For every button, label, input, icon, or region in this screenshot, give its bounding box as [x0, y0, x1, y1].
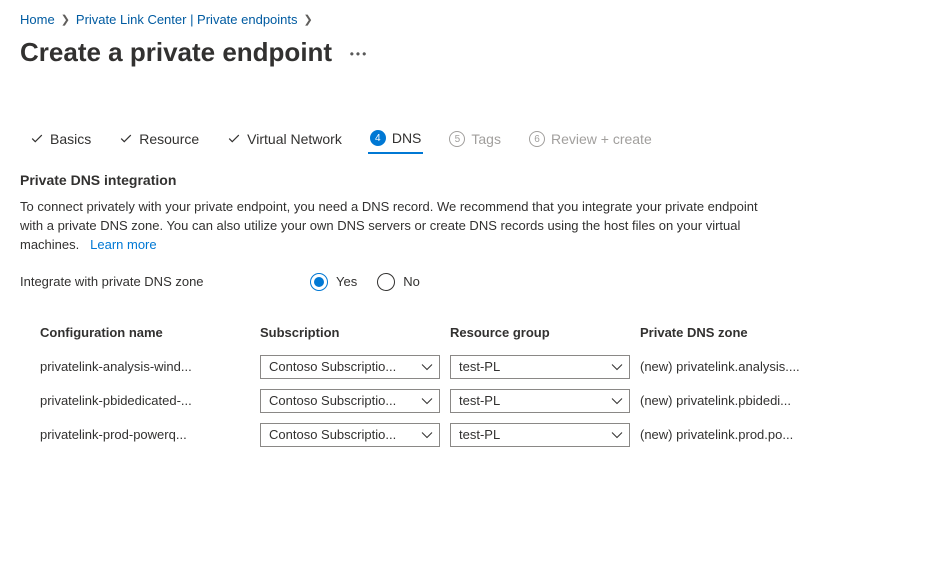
table-row: privatelink-analysis-wind... Contoso Sub… — [40, 350, 920, 384]
tab-label: Tags — [471, 131, 501, 147]
select-value: Contoso Subscriptio... — [269, 359, 396, 374]
step-number-badge: 5 — [449, 131, 465, 147]
col-header-resource-group: Resource group — [450, 325, 630, 340]
chevron-right-icon: ❯ — [304, 13, 313, 26]
tab-basics[interactable]: Basics — [28, 127, 93, 153]
section-description: To connect privately with your private e… — [20, 198, 760, 255]
select-value: test-PL — [459, 359, 500, 374]
radio-label: Yes — [336, 274, 357, 289]
table-row: privatelink-pbidedicated-... Contoso Sub… — [40, 384, 920, 418]
select-value: test-PL — [459, 427, 500, 442]
tab-label: Resource — [139, 131, 199, 147]
chevron-right-icon: ❯ — [61, 13, 70, 26]
tab-dns[interactable]: 4 DNS — [368, 126, 424, 154]
section-title-dns-integration: Private DNS integration — [20, 172, 923, 188]
chevron-down-icon — [421, 429, 433, 441]
chevron-down-icon — [421, 361, 433, 373]
radio-no[interactable]: No — [377, 273, 420, 291]
radio-icon — [377, 273, 395, 291]
radio-icon — [310, 273, 328, 291]
subscription-select[interactable]: Contoso Subscriptio... — [260, 389, 440, 413]
integrate-dns-label: Integrate with private DNS zone — [20, 274, 280, 289]
tab-tags[interactable]: 5 Tags — [447, 127, 503, 153]
learn-more-link[interactable]: Learn more — [90, 237, 156, 252]
dns-config-table: Configuration name Subscription Resource… — [40, 317, 920, 452]
tab-label: Review + create — [551, 131, 652, 147]
check-icon — [119, 132, 133, 146]
chevron-down-icon — [611, 361, 623, 373]
more-actions-icon[interactable]: ••• — [350, 47, 369, 61]
tab-label: Basics — [50, 131, 91, 147]
tab-label: DNS — [392, 130, 422, 146]
breadcrumb-private-link-center[interactable]: Private Link Center | Private endpoints — [76, 12, 298, 27]
tab-review-create[interactable]: 6 Review + create — [527, 127, 654, 153]
resource-group-select[interactable]: test-PL — [450, 423, 630, 447]
step-number-badge: 6 — [529, 131, 545, 147]
dns-zone-cell: (new) privatelink.prod.po... — [640, 427, 850, 442]
step-number-badge: 4 — [370, 130, 386, 146]
resource-group-select[interactable]: test-PL — [450, 389, 630, 413]
chevron-down-icon — [421, 395, 433, 407]
select-value: Contoso Subscriptio... — [269, 427, 396, 442]
config-name-cell: privatelink-pbidedicated-... — [40, 393, 250, 408]
breadcrumb: Home ❯ Private Link Center | Private end… — [20, 8, 923, 33]
breadcrumb-home[interactable]: Home — [20, 12, 55, 27]
select-value: Contoso Subscriptio... — [269, 393, 396, 408]
resource-group-select[interactable]: test-PL — [450, 355, 630, 379]
col-header-private-dns-zone: Private DNS zone — [640, 325, 850, 340]
col-header-config-name: Configuration name — [40, 325, 250, 340]
check-icon — [30, 132, 44, 146]
table-row: privatelink-prod-powerq... Contoso Subsc… — [40, 418, 920, 452]
config-name-cell: privatelink-analysis-wind... — [40, 359, 250, 374]
dns-zone-cell: (new) privatelink.pbidedi... — [640, 393, 850, 408]
radio-label: No — [403, 274, 420, 289]
tab-resource[interactable]: Resource — [117, 127, 201, 153]
page-title: Create a private endpoint — [20, 37, 332, 68]
chevron-down-icon — [611, 429, 623, 441]
subscription-select[interactable]: Contoso Subscriptio... — [260, 423, 440, 447]
config-name-cell: privatelink-prod-powerq... — [40, 427, 250, 442]
tab-virtual-network[interactable]: Virtual Network — [225, 127, 344, 153]
subscription-select[interactable]: Contoso Subscriptio... — [260, 355, 440, 379]
integrate-dns-radio-group: Yes No — [310, 273, 420, 291]
col-header-subscription: Subscription — [260, 325, 440, 340]
wizard-tabs: Basics Resource Virtual Network 4 DNS 5 … — [28, 126, 923, 154]
check-icon — [227, 132, 241, 146]
chevron-down-icon — [611, 395, 623, 407]
radio-yes[interactable]: Yes — [310, 273, 357, 291]
select-value: test-PL — [459, 393, 500, 408]
tab-label: Virtual Network — [247, 131, 342, 147]
dns-zone-cell: (new) privatelink.analysis.... — [640, 359, 850, 374]
